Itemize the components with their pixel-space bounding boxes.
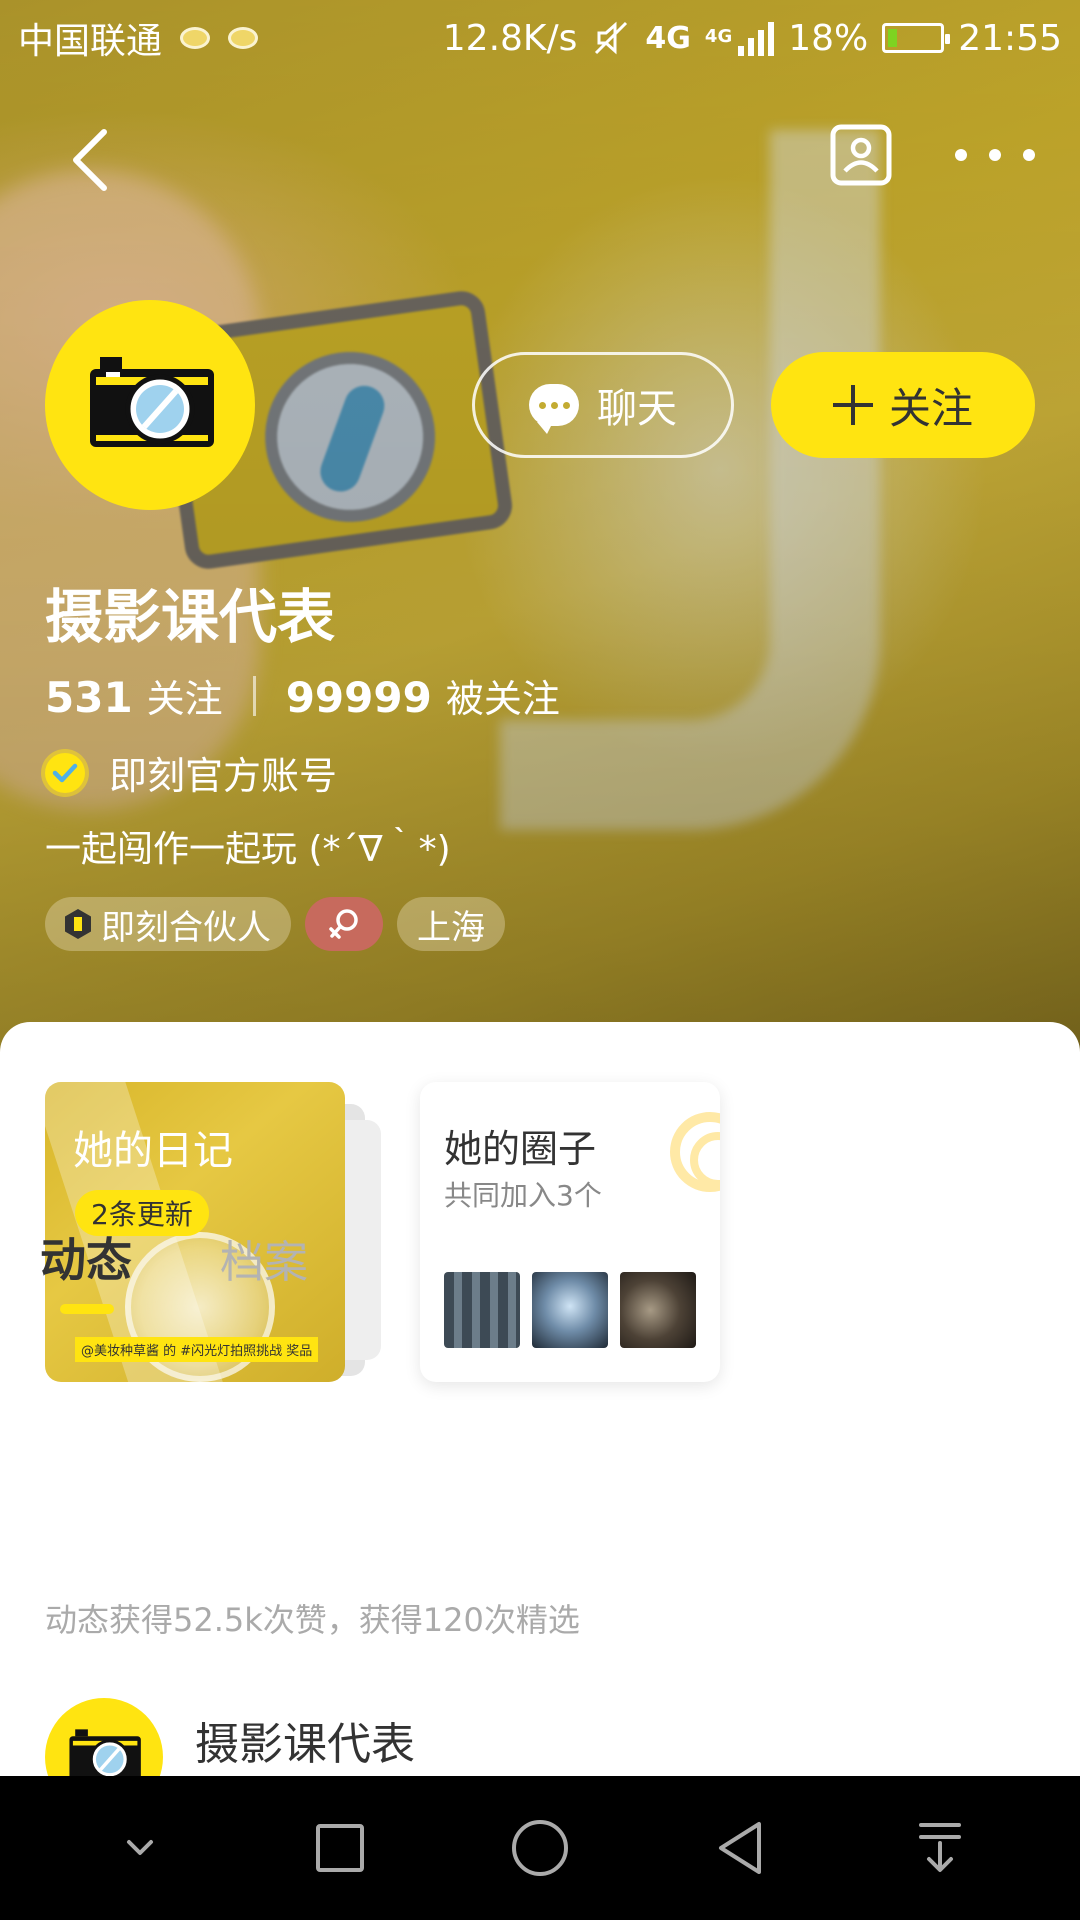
partner-tag[interactable]: 即刻合伙人 bbox=[45, 897, 291, 951]
profile-tags: 即刻合伙人 上海 bbox=[45, 897, 505, 951]
profile-screen: 中国联通 12.8K/s 4G 4G 18% 21:55 聊天 关注 摄影课代表… bbox=[0, 0, 1080, 1920]
camera-logo-icon bbox=[90, 357, 214, 447]
follow-button-label: 关注 bbox=[888, 383, 973, 433]
female-icon bbox=[329, 909, 358, 939]
more-options-button[interactable] bbox=[955, 130, 1035, 180]
following-label: 关注 bbox=[146, 677, 223, 721]
location-tag[interactable]: 上海 bbox=[397, 897, 505, 951]
cover-letter-j bbox=[500, 130, 880, 830]
circle-ring-icon bbox=[670, 1112, 720, 1192]
system-nav-bar bbox=[0, 1776, 1080, 1920]
chevron-down-icon bbox=[127, 1840, 153, 1855]
pull-down-icon bbox=[919, 1823, 961, 1872]
plus-icon bbox=[832, 385, 873, 425]
partner-tag-label: 即刻合伙人 bbox=[101, 907, 271, 948]
tab-archive[interactable]: 档案 bbox=[220, 1226, 308, 1290]
profile-name: 摄影课代表 bbox=[45, 583, 336, 651]
followers-label: 被关注 bbox=[445, 677, 560, 721]
status-right: 12.8K/s 4G 4G 18% 21:55 bbox=[443, 18, 1062, 59]
tab-feed[interactable]: 动态 bbox=[40, 1224, 132, 1290]
profile-card-button[interactable] bbox=[830, 124, 892, 186]
cover-camera-lens bbox=[254, 340, 447, 533]
following-count: 531 bbox=[45, 673, 133, 722]
profile-tabs: 动态 档案 bbox=[40, 1226, 640, 1346]
network-type: 4G bbox=[645, 20, 691, 56]
official-account-row: 即刻官方账号 bbox=[45, 745, 337, 800]
location-tag-label: 上海 bbox=[417, 907, 485, 948]
top-nav bbox=[0, 110, 1080, 210]
signal-icon bbox=[738, 20, 775, 56]
profile-content-sheet: 她的日记 2条更新 @美妆种草酱 的 #闪光灯拍照挑战 奖品 她的圈子 共同加入… bbox=[0, 1022, 1080, 1802]
followers-count: 99999 bbox=[285, 673, 432, 722]
nav-recents-button[interactable] bbox=[280, 1798, 400, 1898]
nav-home-button[interactable] bbox=[480, 1798, 600, 1898]
dot bbox=[989, 149, 1001, 161]
carrier-name: 中国联通 bbox=[18, 21, 163, 62]
nav-collapse-button[interactable] bbox=[80, 1798, 200, 1898]
clock: 21:55 bbox=[958, 17, 1062, 59]
verified-badge-icon bbox=[45, 752, 85, 793]
status-bar: 中国联通 12.8K/s 4G 4G 18% 21:55 bbox=[0, 0, 1080, 76]
notification-icon bbox=[228, 27, 259, 49]
avatar[interactable] bbox=[45, 300, 255, 510]
partner-badge-icon bbox=[65, 909, 91, 939]
official-label: 即刻官方账号 bbox=[109, 754, 338, 798]
triangle-back-icon bbox=[719, 1822, 761, 1874]
battery-fill bbox=[888, 29, 898, 47]
square-icon bbox=[316, 1824, 364, 1872]
nav-notification-button[interactable] bbox=[880, 1798, 1000, 1898]
battery-percent: 18% bbox=[788, 17, 869, 59]
chat-bubble-icon bbox=[529, 384, 579, 434]
circle-title: 她的圈子 bbox=[444, 1127, 597, 1171]
followers-stat[interactable]: 99999 被关注 bbox=[286, 668, 560, 723]
gender-tag bbox=[305, 897, 383, 951]
back-arrow-icon bbox=[73, 129, 107, 191]
profile-bio: 一起闯作一起玩 (*´∇｀*) bbox=[45, 829, 451, 870]
feed-author-name[interactable]: 摄影课代表 bbox=[195, 1708, 415, 1772]
back-button[interactable] bbox=[55, 120, 125, 200]
diary-title: 她的日记 bbox=[73, 1128, 233, 1174]
nav-back-button[interactable] bbox=[680, 1798, 800, 1898]
mute-icon bbox=[595, 21, 628, 55]
stat-divider bbox=[252, 675, 256, 716]
tab-indicator bbox=[60, 1304, 114, 1314]
notification-icon bbox=[180, 27, 211, 49]
carrier-group: 中国联通 bbox=[18, 12, 259, 64]
chat-button-label: 聊天 bbox=[597, 386, 677, 432]
follow-stats: 531 关注 99999 被关注 bbox=[45, 668, 560, 723]
feed-stats: 动态获得52.5k次赞，获得120次精选 bbox=[45, 1601, 580, 1639]
network-speed: 12.8K/s bbox=[442, 17, 578, 59]
circle-icon bbox=[512, 1820, 568, 1876]
follow-button[interactable]: 关注 bbox=[771, 352, 1035, 458]
battery-icon bbox=[882, 23, 951, 53]
network-type-small: 4G bbox=[704, 25, 733, 47]
circle-subtitle: 共同加入3个 bbox=[444, 1179, 602, 1212]
profile-card-icon bbox=[830, 124, 892, 186]
following-stat[interactable]: 531 关注 bbox=[45, 668, 223, 723]
dot bbox=[1023, 149, 1035, 161]
chat-button[interactable]: 聊天 bbox=[472, 352, 734, 458]
dot bbox=[955, 149, 967, 161]
